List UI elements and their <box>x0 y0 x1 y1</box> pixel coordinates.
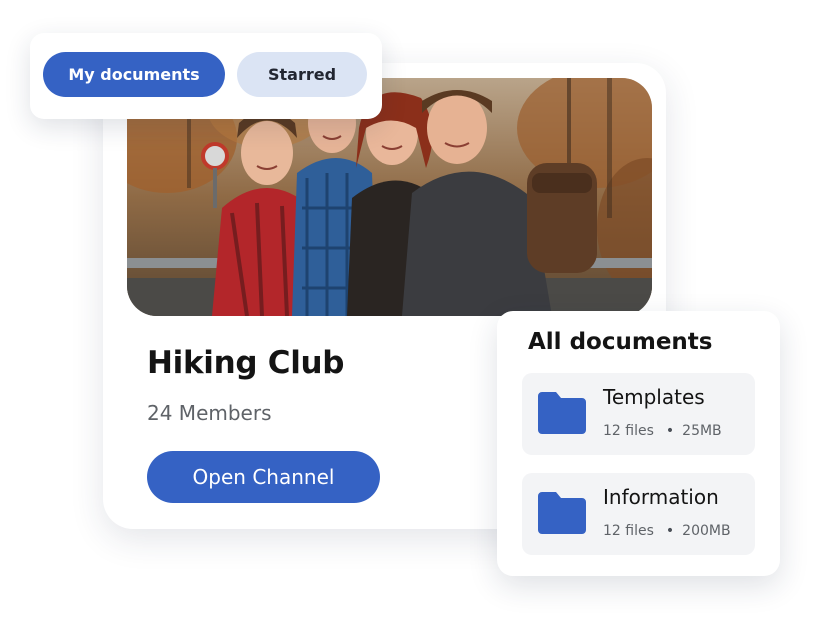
folder-size: 25MB <box>682 423 722 439</box>
documents-title: All documents <box>528 329 713 355</box>
folder-size: 200MB <box>682 523 731 539</box>
documents-panel: All documents Templates 12 files • 25MB In… <box>497 311 780 576</box>
tab-starred[interactable]: Starred <box>237 52 367 97</box>
app-canvas: Hiking Club 24 Members Open Channel My d… <box>0 0 836 627</box>
folder-file-count: 12 files <box>603 523 654 539</box>
folder-meta: 12 files • 25MB <box>603 423 722 439</box>
open-channel-button[interactable]: Open Channel <box>147 451 380 503</box>
channel-title: Hiking Club <box>147 345 345 381</box>
folder-icon <box>538 492 586 534</box>
document-tabs: My documents Starred <box>30 33 382 119</box>
separator-dot: • <box>665 523 675 539</box>
separator-dot: • <box>665 423 675 439</box>
folder-file-count: 12 files <box>603 423 654 439</box>
folder-name: Templates <box>603 385 705 409</box>
folder-name: Information <box>603 485 719 509</box>
tab-my-documents[interactable]: My documents <box>43 52 225 97</box>
folder-item-templates[interactable]: Templates 12 files • 25MB <box>522 373 755 455</box>
member-count: 24 Members <box>147 401 272 425</box>
folder-meta: 12 files • 200MB <box>603 523 731 539</box>
folder-icon <box>538 392 586 434</box>
folder-item-information[interactable]: Information 12 files • 200MB <box>522 473 755 555</box>
